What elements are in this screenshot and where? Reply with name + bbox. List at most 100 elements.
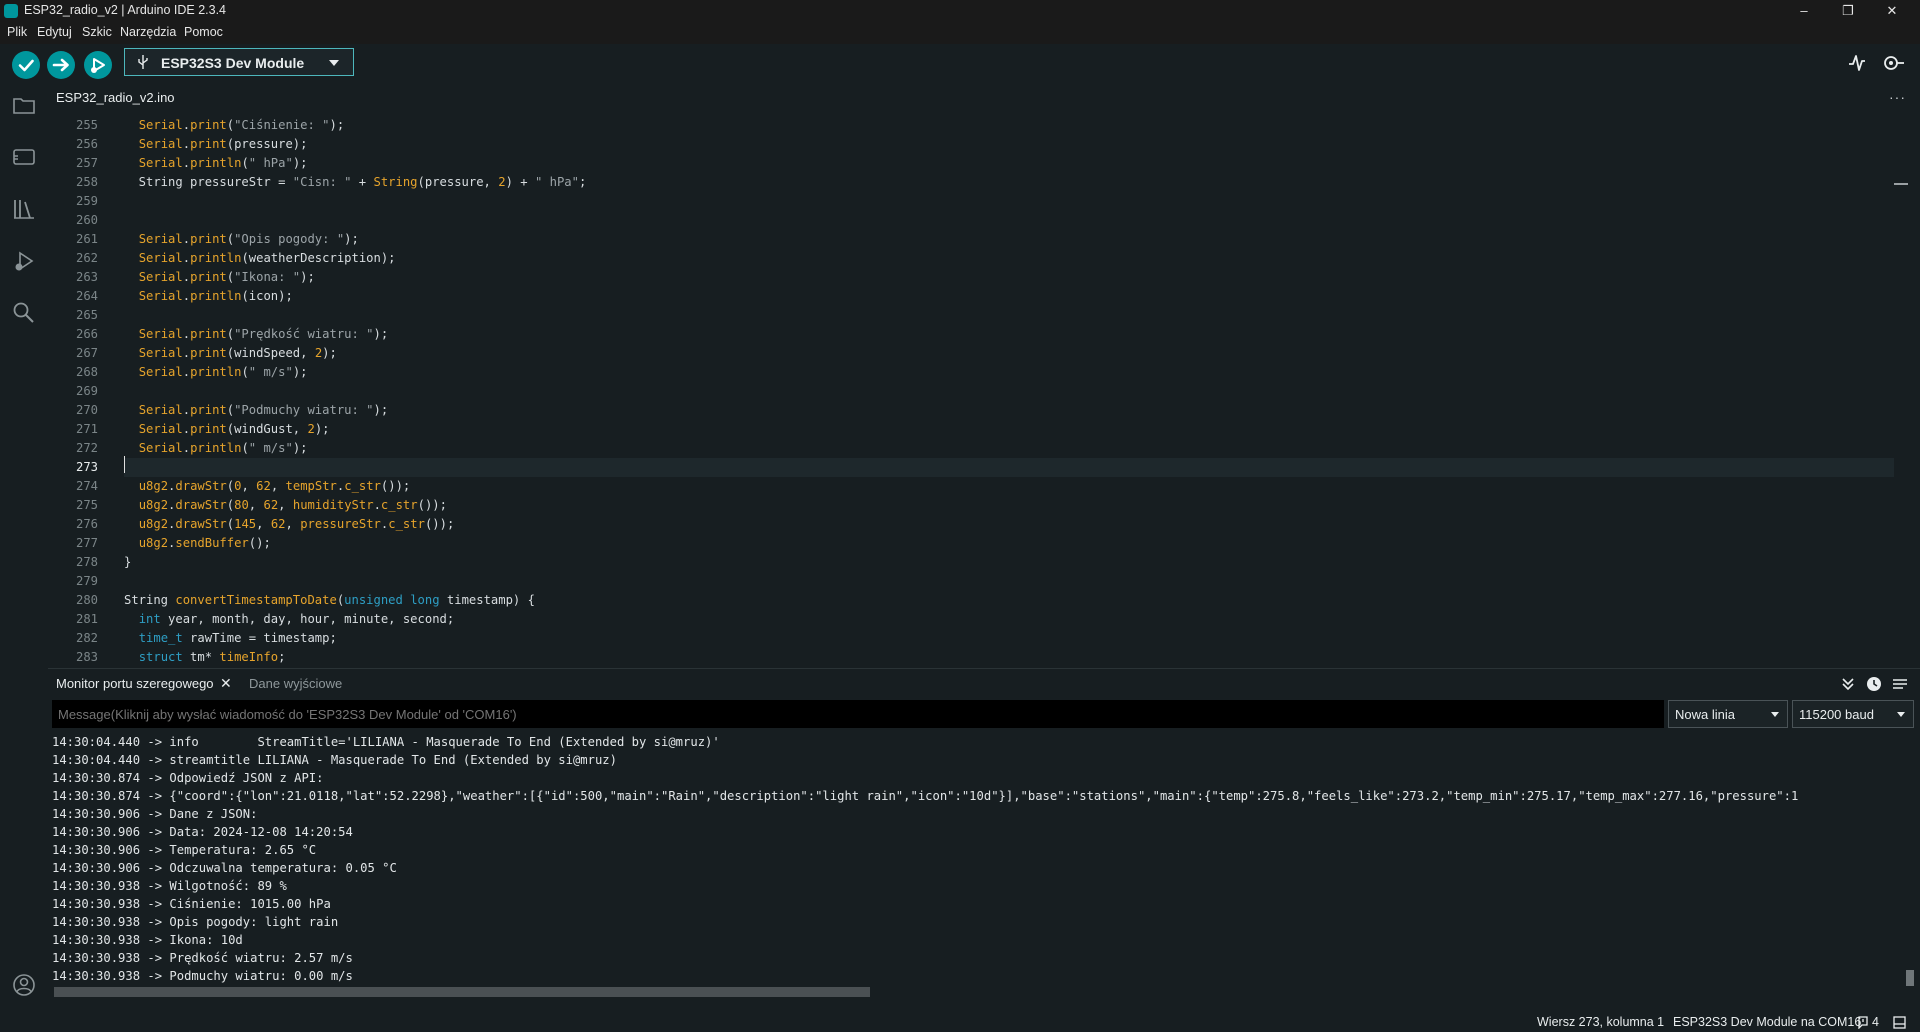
check-icon	[18, 59, 34, 72]
code-editor[interactable]: 255 256 257 258 259 260 261 262 263 264 …	[48, 116, 1908, 666]
status-bar: Wiersz 273, kolumna 1 ESP32S3 Dev Module…	[0, 1013, 1920, 1032]
code-line[interactable]: u8g2.drawStr(0, 62, tempStr.c_str());	[124, 477, 411, 496]
line-number: 277	[75, 536, 98, 550]
line-number: 265	[75, 308, 98, 322]
usb-icon	[138, 55, 148, 69]
serial-output[interactable]: 14:30:04.440 -> info StreamTitle='LILIAN…	[52, 733, 1902, 985]
code-line[interactable]: Serial.print("Ikona: ");	[124, 268, 315, 287]
code-line[interactable]: u8g2.sendBuffer();	[124, 534, 271, 553]
line-number: 267	[75, 346, 98, 360]
tab-serial-monitor[interactable]: Monitor portu szeregowego	[56, 676, 214, 691]
close-window-button[interactable]: ✕	[1870, 0, 1914, 22]
menu-tools[interactable]: Narzędzia	[120, 25, 176, 39]
arrow-right-icon	[52, 58, 69, 72]
maximize-button[interactable]: ❐	[1826, 0, 1870, 22]
debug-button[interactable]	[84, 51, 112, 79]
vertical-scrollbar[interactable]	[1906, 970, 1914, 986]
code-line[interactable]: time_t rawTime = timestamp;	[124, 629, 337, 648]
editor-tab-bar: ESP32_radio_v2.ino ···	[48, 83, 1920, 116]
code-line[interactable]: Serial.println(weatherDescription);	[124, 249, 396, 268]
code-line[interactable]: Serial.print("Podmuchy wiatru: ");	[124, 401, 389, 420]
line-number: 283	[75, 650, 98, 664]
verify-button[interactable]	[12, 51, 40, 79]
line-number: 264	[75, 289, 98, 303]
line-number: 279	[75, 574, 98, 588]
serial-monitor-icon[interactable]	[1882, 53, 1906, 73]
chevron-down-icon	[1897, 712, 1905, 717]
code-line[interactable]: u8g2.drawStr(80, 62, humidityStr.c_str()…	[124, 496, 447, 515]
code-line[interactable]: String pressureStr = "Cisn: " + String(p…	[124, 173, 587, 192]
line-number: 280	[75, 593, 98, 607]
code-line[interactable]: Serial.println(" m/s");	[124, 439, 308, 458]
code-line[interactable]	[124, 458, 1894, 477]
board-port-status[interactable]: ESP32S3 Dev Module na COM16	[1673, 1015, 1861, 1029]
notification-icon[interactable]	[1857, 1016, 1869, 1029]
library-manager-icon[interactable]	[12, 198, 36, 220]
serial-message-input[interactable]	[52, 700, 1664, 728]
line-number: 269	[75, 384, 98, 398]
board-selector[interactable]: ESP32S3 Dev Module	[124, 48, 354, 76]
line-ending-select[interactable]: Nowa linia	[1668, 700, 1788, 728]
line-number: 276	[75, 517, 98, 531]
activity-bar	[0, 83, 48, 1013]
line-number: 255	[75, 118, 98, 132]
line-number: 271	[75, 422, 98, 436]
editor-tab-file[interactable]: ESP32_radio_v2.ino	[56, 90, 175, 105]
output-line: 14:30:30.906 -> Data: 2024-12-08 14:20:5…	[52, 825, 353, 839]
code-line[interactable]: u8g2.drawStr(145, 62, pressureStr.c_str(…	[124, 515, 455, 534]
line-number: 281	[75, 612, 98, 626]
menu-sketch[interactable]: Szkic	[82, 25, 112, 39]
menu-file[interactable]: Plik	[7, 25, 27, 39]
minimize-button[interactable]: –	[1782, 0, 1826, 22]
code-line[interactable]: Serial.print("Opis pogody: ");	[124, 230, 359, 249]
code-line[interactable]: Serial.print("Ciśnienie: ");	[124, 116, 344, 135]
upload-button[interactable]	[47, 51, 75, 79]
plotter-icon[interactable]	[1847, 53, 1867, 73]
text-cursor	[124, 456, 125, 473]
autoscroll-icon[interactable]	[1839, 675, 1857, 693]
more-actions-icon[interactable]: ···	[1889, 89, 1906, 105]
line-number: 260	[75, 213, 98, 227]
code-line[interactable]: Serial.println(icon);	[124, 287, 293, 306]
baud-rate-value: 115200 baud	[1799, 707, 1874, 722]
folder-icon[interactable]	[12, 95, 36, 115]
line-number: 274	[75, 479, 98, 493]
output-line: 14:30:04.440 -> streamtitle LILIANA - Ma…	[52, 753, 617, 767]
toolbar: ESP32S3 Dev Module	[0, 44, 1920, 83]
timestamp-icon[interactable]	[1865, 675, 1883, 693]
account-icon[interactable]	[12, 973, 36, 997]
menu-help[interactable]: Pomoc	[184, 25, 223, 39]
search-icon[interactable]	[12, 301, 36, 323]
title-bar: ESP32_radio_v2 | Arduino IDE 2.3.4 – ❐ ✕	[0, 0, 1920, 22]
code-line[interactable]: Serial.print(windGust, 2);	[124, 420, 330, 439]
line-number: 263	[75, 270, 98, 284]
layout-icon[interactable]	[1893, 1016, 1906, 1029]
debug-icon	[91, 58, 105, 73]
debug-icon[interactable]	[12, 250, 36, 272]
menu-edit[interactable]: Edytuj	[37, 25, 72, 39]
code-line[interactable]: }	[124, 553, 131, 572]
code-line[interactable]: Serial.println(" m/s");	[124, 363, 308, 382]
boards-manager-icon[interactable]	[12, 147, 36, 167]
code-line[interactable]: int year, month, day, hour, minute, seco…	[124, 610, 455, 629]
horizontal-scrollbar[interactable]	[54, 987, 870, 997]
code-line[interactable]: struct tm* timeInfo;	[124, 648, 286, 666]
output-line: 14:30:30.938 -> Prędkość wiatru: 2.57 m/…	[52, 951, 353, 965]
serial-input-row: Nowa linia 115200 baud	[52, 700, 1914, 728]
code-line[interactable]: Serial.print(windSpeed, 2);	[124, 344, 337, 363]
close-tab-button[interactable]: ✕	[220, 675, 232, 692]
code-line[interactable]: Serial.println(" hPa");	[124, 154, 308, 173]
line-number: 278	[75, 555, 98, 569]
tab-output[interactable]: Dane wyjściowe	[249, 676, 342, 691]
board-name: ESP32S3 Dev Module	[161, 55, 305, 71]
clear-output-icon[interactable]	[1891, 675, 1909, 693]
line-number: 256	[75, 137, 98, 151]
cursor-position[interactable]: Wiersz 273, kolumna 1	[1537, 1015, 1664, 1029]
line-number: 258	[75, 175, 98, 189]
chevron-down-icon	[329, 60, 339, 66]
code-line[interactable]: String convertTimestampToDate(unsigned l…	[124, 591, 535, 610]
code-line[interactable]: Serial.print(pressure);	[124, 135, 308, 154]
baud-rate-select[interactable]: 115200 baud	[1792, 700, 1914, 728]
line-number-gutter: 255 256 257 258 259 260 261 262 263 264 …	[48, 116, 106, 666]
code-line[interactable]: Serial.print("Prędkość wiatru: ");	[124, 325, 389, 344]
